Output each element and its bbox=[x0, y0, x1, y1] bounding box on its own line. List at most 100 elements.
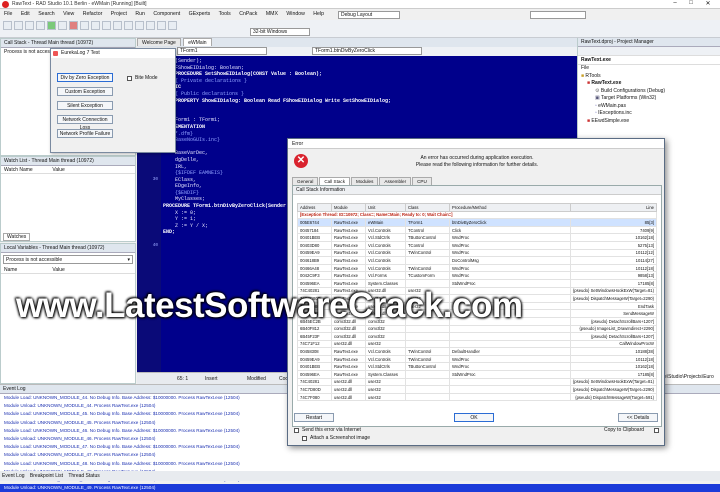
compile-icon[interactable] bbox=[113, 21, 122, 30]
save-icon[interactable] bbox=[25, 21, 34, 30]
platform-select[interactable]: 32-bit Windows bbox=[250, 28, 310, 36]
code-line[interactable]: Form1 : TForm1; bbox=[163, 117, 577, 124]
menu-project[interactable]: Project bbox=[111, 11, 127, 17]
menu-refactor[interactable]: Refactor bbox=[83, 11, 103, 17]
tree-root[interactable]: ■ RawText.exe bbox=[581, 80, 720, 88]
table-row[interactable]: 6B40F812 comctl32.dll comctl32 {pseudo} Ima… bbox=[297, 324, 658, 334]
tab-event-log[interactable]: Event Log bbox=[2, 473, 25, 479]
menu-search[interactable]: Search bbox=[38, 11, 54, 17]
search-input[interactable] bbox=[530, 11, 586, 19]
tree-item-build-configurations[interactable]: ⚙ Build Configurations (Debug) bbox=[581, 88, 720, 96]
build-icon[interactable] bbox=[102, 21, 111, 30]
details-button[interactable]: << Details bbox=[618, 413, 658, 422]
table-row[interactable]: 00459EA9 RawText.exe Vcl.Controls TWinContr… bbox=[297, 354, 658, 364]
trace-into-icon[interactable] bbox=[91, 21, 100, 30]
log-line[interactable]: Module Unload: UNKNOWN_MODULE_49. Proces… bbox=[0, 484, 720, 492]
code-line[interactable]: IMPLEMENTATION bbox=[163, 124, 577, 131]
exception-thread-row[interactable]: [Exception Thread: ID=10972; Class=; Nam… bbox=[297, 210, 657, 220]
watch-value-header[interactable]: Value bbox=[52, 167, 64, 173]
code-line[interactable]: {$R *.dfm} bbox=[163, 131, 577, 138]
custom-exception-button[interactable]: Custom Exception bbox=[57, 87, 113, 96]
find-icon[interactable] bbox=[157, 21, 166, 30]
tab-modules[interactable]: Modules bbox=[351, 177, 379, 185]
pause-icon[interactable] bbox=[58, 21, 67, 30]
class-select[interactable]: TForm1 bbox=[177, 47, 267, 55]
code-line[interactable]: VAR bbox=[163, 111, 577, 118]
menu-file[interactable]: File bbox=[4, 11, 12, 17]
div-by-zero-button[interactable]: Div by Zero Exception bbox=[57, 73, 113, 82]
stop-icon[interactable] bbox=[69, 21, 78, 30]
open-icon[interactable] bbox=[14, 21, 23, 30]
table-row[interactable]: 004618B9 RawText.exe Vcl.Controls DoControl… bbox=[297, 256, 658, 265]
menu-mmx[interactable]: MMX bbox=[266, 11, 278, 17]
table-row[interactable]: 00466A48 RawText.exe Vcl.Controls TWinContr… bbox=[297, 263, 658, 273]
column-procedure[interactable]: Procedure/Method bbox=[449, 203, 571, 212]
tree-folder[interactable]: ■ RTools bbox=[581, 73, 720, 81]
code-line[interactable]: (Sender); bbox=[163, 58, 577, 65]
tree-item-target-platforms[interactable]: ▣ Target Platforms (Win32) bbox=[581, 95, 720, 103]
tab-assembler[interactable]: Assembler bbox=[379, 177, 412, 185]
column-unit[interactable]: Unit bbox=[365, 203, 406, 212]
bite-mode-checkbox[interactable] bbox=[127, 76, 132, 81]
table-row[interactable]: 00459EA9 RawText.exe Vcl.Controls TWinContr… bbox=[297, 248, 658, 258]
log-line[interactable]: Module Load: UNKNOWN_MODULE_48. No Debug… bbox=[0, 460, 720, 468]
network-connection-loss-button[interactable]: Network Connection Loss bbox=[57, 115, 113, 131]
step-over-icon[interactable] bbox=[80, 21, 89, 30]
restart-button[interactable]: Restart bbox=[294, 413, 334, 422]
method-select[interactable]: TForm1.btnDivByZeroClick bbox=[312, 47, 422, 55]
copy-clipboard-checkbox[interactable] bbox=[654, 428, 659, 433]
save-all-icon[interactable] bbox=[36, 21, 45, 30]
maximize-icon[interactable]: □ bbox=[684, 0, 698, 8]
table-row[interactable]: 6B45F23F comctl32.dll comctl32 {pseudo} Det… bbox=[297, 332, 658, 341]
locals-name-header[interactable]: Name bbox=[1, 266, 51, 274]
code-line[interactable]: END; bbox=[163, 104, 577, 111]
copy-clipboard-label[interactable]: Copy to Clipboard bbox=[604, 427, 644, 433]
menu-tools[interactable]: Tools bbox=[219, 11, 231, 17]
table-row[interactable]: 004596EA RawText.exe System.Classes StdWndP… bbox=[297, 370, 658, 379]
menu-cnpack[interactable]: CnPack bbox=[239, 11, 257, 17]
code-line[interactable]: PROCEDURE SetShowEIDialog(CONST Value : … bbox=[163, 71, 577, 78]
code-line[interactable]: PUBLIC bbox=[163, 84, 577, 91]
tab-call-stack[interactable]: Call Stack bbox=[319, 177, 351, 185]
tab-welcome-page[interactable]: Welcome Page bbox=[137, 38, 181, 46]
tab-general[interactable]: General bbox=[292, 177, 319, 185]
menu-gexperts[interactable]: GExperts bbox=[189, 11, 211, 17]
tab-ewmain[interactable]: eWMain bbox=[183, 38, 212, 46]
ok-button[interactable]: OK bbox=[454, 413, 494, 422]
redo-icon[interactable] bbox=[146, 21, 155, 30]
tab-breakpoint-list[interactable]: Breakpoint List bbox=[30, 473, 63, 479]
table-row[interactable]: 00401BEB RawText.exe Vcl.StdCtrls TButtonCo… bbox=[297, 233, 658, 242]
table-row[interactable]: 00458308 RawText.exe Vcl.Controls TWinContr… bbox=[297, 347, 658, 356]
code-line[interactable]: { Public declarations } bbox=[163, 91, 577, 98]
table-row[interactable]: 00401BEB RawText.exe Vcl.StdCtrls TButtonCo… bbox=[297, 362, 658, 372]
tree-item-ewmain[interactable]: ▫ eWMain.pas bbox=[581, 103, 720, 111]
watch-name-header[interactable]: Watch Name bbox=[1, 166, 51, 174]
network-profile-failure-button[interactable]: Network Profile Failure bbox=[57, 129, 113, 138]
attach-screenshot-checkbox[interactable] bbox=[302, 436, 307, 441]
undo-icon[interactable] bbox=[135, 21, 144, 30]
process-select[interactable]: Process is not accessible ▾ bbox=[3, 255, 133, 264]
menu-help[interactable]: Help bbox=[313, 11, 324, 17]
menu-edit[interactable]: Edit bbox=[21, 11, 30, 17]
tab-cpu[interactable]: CPU bbox=[412, 177, 432, 185]
new-icon[interactable] bbox=[3, 21, 12, 30]
table-row[interactable]: 005E6744 RawText.exe eWMain TForm1 btnDivByZ… bbox=[297, 218, 658, 227]
menu-component[interactable]: Component bbox=[153, 11, 180, 17]
close-icon[interactable]: ✕ bbox=[700, 0, 716, 8]
code-line[interactable]: PROPERTY ShowEIDialog: Boolean Read FSho… bbox=[163, 98, 577, 105]
table-row[interactable]: 0042C9F3 RawText.exe Vcl.Forms TCustomForm W… bbox=[297, 271, 658, 280]
tab-thread-status[interactable]: Thread Status bbox=[68, 473, 99, 479]
code-line[interactable]: FShowEIDialog: Boolean; bbox=[163, 65, 577, 72]
column-line[interactable]: Line bbox=[569, 203, 658, 212]
column-address[interactable]: Address bbox=[297, 203, 332, 212]
run-icon[interactable] bbox=[47, 21, 56, 30]
project-root[interactable]: RawText.exe bbox=[581, 57, 611, 63]
column-module[interactable]: Module bbox=[331, 203, 366, 212]
menu-run[interactable]: Run bbox=[135, 11, 145, 17]
table-row[interactable]: 74C7D80D user32.dll user32 {pseudo} Dispatc… bbox=[297, 385, 658, 394]
code-line[interactable]: { Private declarations } bbox=[163, 78, 577, 85]
table-row[interactable]: 00403D80 RawText.exe Vcl.Controls TControl W… bbox=[297, 240, 658, 250]
table-row[interactable]: 74C71F12 user32.dll user32 CallWindowProcW bbox=[297, 339, 658, 349]
silent-exception-button[interactable]: Silent Exception bbox=[57, 101, 113, 110]
minimize-icon[interactable]: – bbox=[668, 0, 682, 8]
